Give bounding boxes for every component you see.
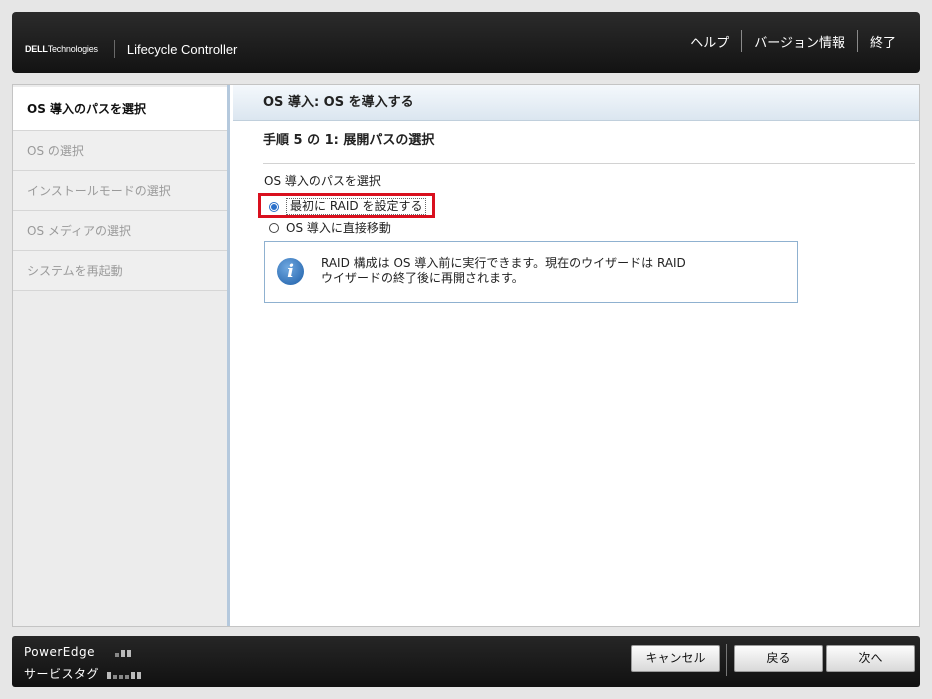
option-label[interactable]: 最初に RAID を設定する (286, 198, 427, 215)
bottom-footer: PowerEdge サービスタグ キャンセル 戻る 次へ (12, 636, 920, 687)
footer-divider (726, 644, 727, 676)
option-label[interactable]: OS 導入に直接移動 (286, 219, 391, 236)
info-line-2: ウイザードの終了後に再開されます。 (321, 271, 524, 285)
model-name: PowerEdge (24, 645, 95, 659)
step-select-os: OS の選択 (13, 131, 227, 171)
redacted-service-tag (107, 668, 143, 682)
step-select-install-mode: インストールモードの選択 (13, 171, 227, 211)
redacted-model-number (115, 646, 133, 660)
header-divider (856, 30, 858, 52)
radio-button-checked[interactable] (269, 201, 279, 212)
page-title: OS 導入: OS を導入する (233, 85, 919, 121)
info-icon: i (277, 258, 304, 285)
header-links: ヘルプ バージョン情報 終了 (690, 30, 896, 52)
brand-technologies-text: Technologies (47, 44, 98, 54)
product-name: Lifecycle Controller (126, 41, 238, 57)
brand-divider (113, 40, 115, 58)
cancel-button[interactable]: キャンセル (631, 645, 720, 672)
header-divider (741, 30, 743, 52)
brand-dell-text: DELL (25, 44, 48, 54)
step-select-deployment-path: OS 導入のパスを選択 (13, 87, 227, 131)
option-go-directly-to-os-deployment[interactable]: OS 導入に直接移動 (269, 219, 391, 236)
info-line-1: RAID 構成は OS 導入前に実行できます。現在のウイザードは RAID (321, 256, 686, 270)
brand: DELLTechnologies Lifecycle Controller (25, 40, 237, 58)
service-tag: サービスタグ (24, 665, 143, 682)
system-model: PowerEdge (24, 645, 133, 660)
radio-button[interactable] (269, 222, 279, 233)
version-info-link[interactable]: バージョン情報 (754, 32, 845, 51)
wizard-steps-sidebar: OS 導入のパスを選択 OS の選択 インストールモードの選択 OS メディアの… (13, 85, 230, 626)
back-button[interactable]: 戻る (734, 645, 823, 672)
divider (263, 163, 915, 164)
exit-link[interactable]: 終了 (870, 32, 896, 51)
step-select-os-media: OS メディアの選択 (13, 211, 227, 251)
step-heading: 手順 5 の 1: 展開パスの選択 (263, 133, 435, 148)
option-configure-raid-first[interactable]: 最初に RAID を設定する (269, 198, 427, 215)
service-tag-label: サービスタグ (24, 667, 100, 681)
info-message-box: i RAID 構成は OS 導入前に実行できます。現在のウイザードは RAID … (264, 241, 798, 303)
content-area: OS 導入: OS を導入する 手順 5 の 1: 展開パスの選択 OS 導入の… (233, 85, 919, 626)
main-panel: OS 導入のパスを選択 OS の選択 インストールモードの選択 OS メディアの… (12, 84, 920, 627)
step-reboot-system: システムを再起動 (13, 251, 227, 291)
next-button[interactable]: 次へ (826, 645, 915, 672)
help-link[interactable]: ヘルプ (690, 32, 729, 51)
deployment-path-label: OS 導入のパスを選択 (264, 174, 381, 188)
info-message: RAID 構成は OS 導入前に実行できます。現在のウイザードは RAID ウイ… (321, 256, 686, 286)
top-header: DELLTechnologies Lifecycle Controller ヘル… (12, 12, 920, 73)
dell-technologies-logo: DELLTechnologies (25, 44, 98, 54)
